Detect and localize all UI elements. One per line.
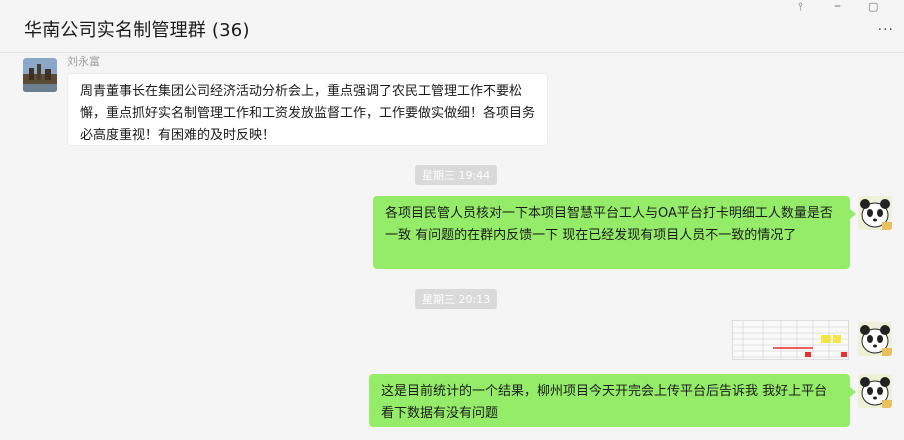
minimize-icon[interactable]: – bbox=[834, 0, 841, 14]
message-bubble[interactable]: 这是目前统计的一个结果，柳州项目今天开完会上传平台后告诉我 我好上平台看下数据有… bbox=[369, 374, 856, 427]
message-bubble[interactable]: 周青董事长在集团公司经济活动分析会上，重点强调了农民工管理工作不要松懈，重点抓好… bbox=[67, 73, 548, 146]
message-bubble[interactable]: 各项目民管人员核对一下本项目智慧平台工人与OA平台打卡明细工人数量是否一致 有问… bbox=[373, 196, 856, 269]
timestamp: 星期三 19:44 bbox=[415, 165, 498, 185]
timestamp: 星期三 20:13 bbox=[415, 289, 498, 309]
more-icon[interactable]: ··· bbox=[878, 22, 894, 38]
pin-icon[interactable]: ⫯ bbox=[798, 0, 803, 14]
maximize-icon[interactable]: ▢ bbox=[868, 0, 878, 13]
avatar[interactable] bbox=[858, 374, 892, 408]
chat-header: 华南公司实名制管理群 (36) ⫯ – ▢ ··· bbox=[0, 0, 904, 53]
chat-title: 华南公司实名制管理群 (36) bbox=[24, 20, 250, 41]
avatar[interactable] bbox=[858, 322, 892, 356]
image-thumbnail[interactable] bbox=[732, 320, 849, 360]
avatar[interactable] bbox=[23, 58, 57, 92]
sender-name: 刘永富 bbox=[67, 55, 100, 68]
avatar[interactable] bbox=[858, 196, 892, 230]
